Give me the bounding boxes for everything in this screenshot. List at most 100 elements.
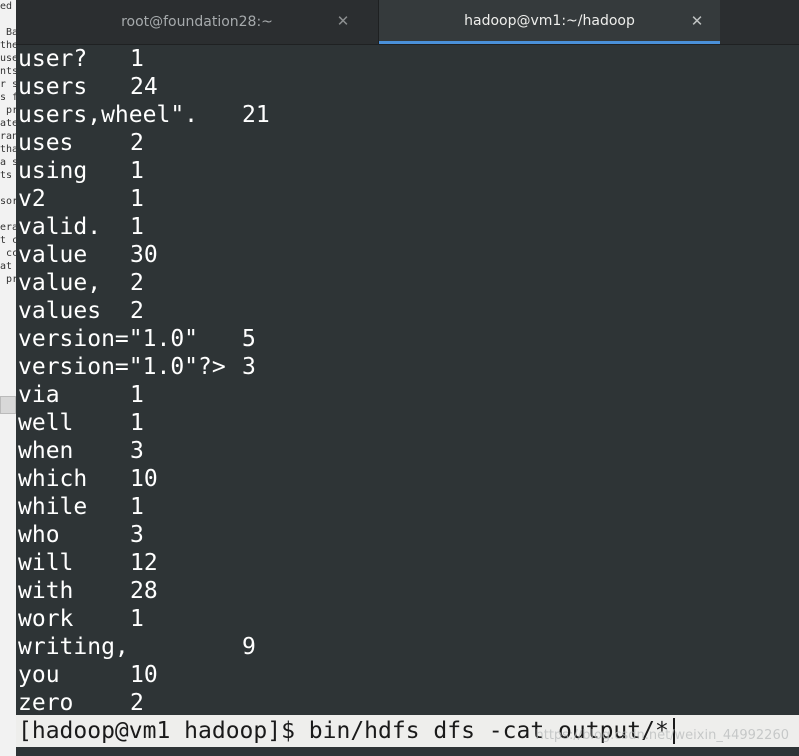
background-text-fragment <box>0 13 16 26</box>
output-line: which 10 <box>18 465 797 493</box>
tab-bar: root@foundation28:~ ✕ hadoop@vm1:~/hadoo… <box>16 0 799 45</box>
terminal-window[interactable]: root@foundation28:~ ✕ hadoop@vm1:~/hadoo… <box>16 0 799 756</box>
output-word: will <box>18 550 74 576</box>
output-count: 3 <box>130 438 144 464</box>
background-text-fragment: ts <box>0 170 13 181</box>
output-word: uses <box>18 130 74 156</box>
output-count: 9 <box>242 634 256 660</box>
output-line: uses 2 <box>18 129 797 157</box>
background-text-fragment: ed <box>0 1 13 12</box>
output-word: zero <box>18 690 74 715</box>
output-count: 1 <box>130 158 144 184</box>
background-text-fragment: cc <box>6 248 16 259</box>
tab-root-foundation28[interactable]: root@foundation28:~ ✕ <box>16 0 379 44</box>
watermark: https://blog.csdn.net/weixin_44992260 <box>535 728 789 743</box>
output-line: well 1 <box>18 409 797 437</box>
output-count: 1 <box>130 214 144 240</box>
output-word: version="1.0"?> <box>18 354 226 380</box>
background-text-fragment: t c <box>0 235 16 246</box>
output-count: 2 <box>130 690 144 715</box>
output-count: 21 <box>242 102 270 128</box>
output-word: via <box>18 382 60 408</box>
output-line: value 30 <box>18 241 797 269</box>
output-word: writing, <box>18 634 129 660</box>
screen: ed Ba the use nts r s s f pr ate ran tha a s ts sor… <box>0 0 799 756</box>
background-text-fragment: s f <box>0 92 16 103</box>
background-window-scrollbar[interactable] <box>0 396 16 414</box>
background-window[interactable]: ed Ba the use nts r s s f pr ate ran tha a s ts sor… <box>0 0 16 756</box>
background-window-text: ed Ba the use nts r s s f pr ate ran tha a s ts sor… <box>0 0 16 286</box>
output-count: 10 <box>130 466 158 492</box>
output-word: version="1.0" <box>18 326 199 352</box>
output-line: with 28 <box>18 577 797 605</box>
output-line: work 1 <box>18 605 797 633</box>
output-count: 5 <box>242 326 256 352</box>
background-text-fragment: at <box>0 261 13 272</box>
output-count: 1 <box>130 494 144 520</box>
background-text-fragment: tha <box>0 144 16 155</box>
close-icon[interactable]: ✕ <box>334 12 352 30</box>
output-line: v2 1 <box>18 185 797 213</box>
output-word: values <box>18 298 102 324</box>
background-text-fragment: sor <box>0 196 16 207</box>
output-word: work <box>18 606 74 632</box>
output-line: version="1.0"?> 3 <box>18 353 797 381</box>
output-line: who 3 <box>18 521 797 549</box>
output-count: 2 <box>130 130 144 156</box>
output-word: which <box>18 466 88 492</box>
output-line: users 24 <box>18 73 797 101</box>
output-word: users <box>18 74 88 100</box>
output-line: values 2 <box>18 297 797 325</box>
background-text-fragment <box>0 208 16 221</box>
output-count: 1 <box>130 606 144 632</box>
background-text-fragment <box>0 182 16 195</box>
tab-bar-empty-space <box>720 0 799 44</box>
output-count: 1 <box>130 382 144 408</box>
background-text-fragment: pr <box>6 105 16 116</box>
output-count: 3 <box>130 522 144 548</box>
output-line: will 12 <box>18 549 797 577</box>
output-count: 3 <box>242 354 256 380</box>
output-word: with <box>18 578 74 604</box>
output-word: who <box>18 522 60 548</box>
output-count: 28 <box>130 578 158 604</box>
output-word: users,wheel". <box>18 102 199 128</box>
background-text-fragment: ate <box>0 118 16 129</box>
output-count: 24 <box>130 74 158 100</box>
output-line: value, 2 <box>18 269 797 297</box>
output-line: via 1 <box>18 381 797 409</box>
output-count: 10 <box>130 662 158 688</box>
output-word: value, <box>18 270 102 296</box>
output-count: 1 <box>130 410 144 436</box>
tab-title: hadoop@vm1:~/hadoop <box>464 12 635 29</box>
tab-title: root@foundation28:~ <box>121 14 273 30</box>
background-text-fragment: a s <box>0 157 16 168</box>
tab-hadoop-vm1[interactable]: hadoop@vm1:~/hadoop ✕ <box>379 0 720 44</box>
output-count: 1 <box>130 186 144 212</box>
background-text-fragment: ran <box>0 131 16 142</box>
output-count: 2 <box>130 298 144 324</box>
output-line: using 1 <box>18 157 797 185</box>
output-word: user? <box>18 46 88 72</box>
output-count: 12 <box>130 550 158 576</box>
output-word: you <box>18 662 60 688</box>
output-line: zero 2 <box>18 689 797 715</box>
output-word: when <box>18 438 74 464</box>
close-icon[interactable]: ✕ <box>688 12 706 30</box>
output-line: writing, 9 <box>18 633 797 661</box>
terminal-output[interactable]: user? 1 users 24 users,wheel". 21 uses 2 using 1 v… <box>18 45 797 715</box>
output-word: while <box>18 494 88 520</box>
background-text-fragment: nts <box>0 66 16 77</box>
output-word: valid. <box>18 214 102 240</box>
output-line: while 1 <box>18 493 797 521</box>
background-text-fragment: the <box>0 40 16 51</box>
output-line: when 3 <box>18 437 797 465</box>
background-text-fragment: use <box>0 53 16 64</box>
output-line: you 10 <box>18 661 797 689</box>
background-text-fragment: pr <box>6 274 16 285</box>
output-line: valid. 1 <box>18 213 797 241</box>
terminal-bottom-edge <box>16 747 799 756</box>
output-count: 30 <box>130 242 158 268</box>
background-text-fragment: era <box>0 222 16 233</box>
output-count: 2 <box>130 270 144 296</box>
